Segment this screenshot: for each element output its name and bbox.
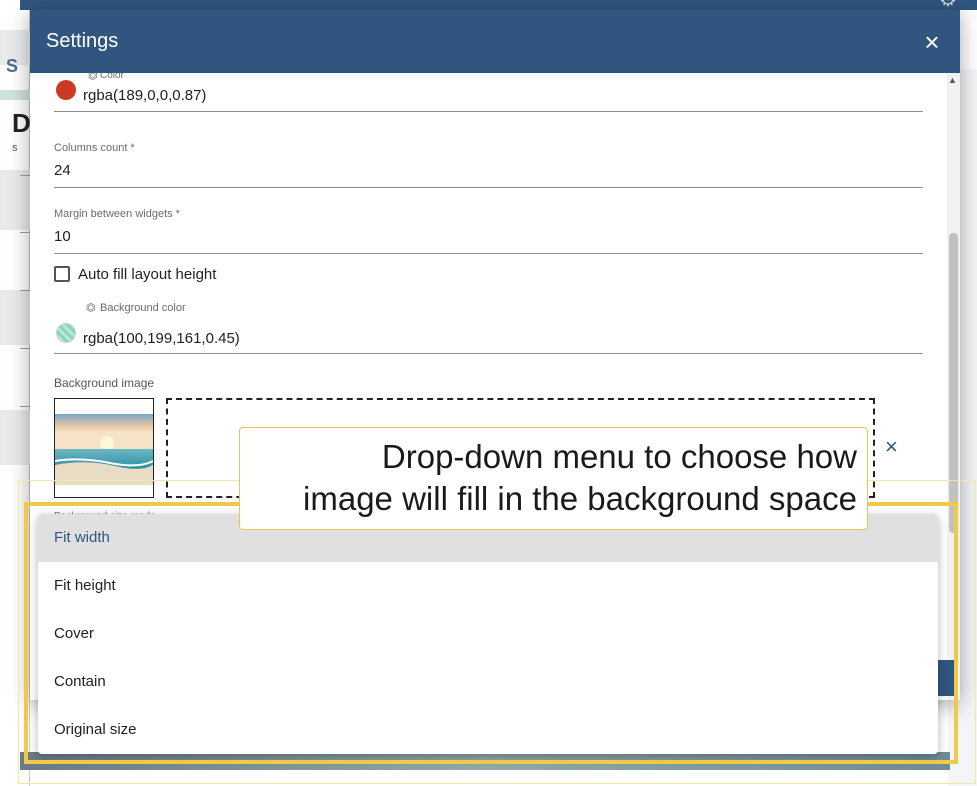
background-app-bottom-strip xyxy=(20,752,950,770)
background-divider xyxy=(20,290,30,291)
color-label: Color xyxy=(100,73,124,81)
annotation-line-1: Drop-down menu to choose how xyxy=(381,438,857,475)
background-divider xyxy=(20,232,30,233)
background-letter-small-s: s xyxy=(12,142,18,154)
dialog-title: Settings xyxy=(46,30,119,52)
field-underline xyxy=(54,111,923,112)
annotation-callout: Drop-down menu to choose how image will … xyxy=(239,427,868,530)
margin-field[interactable]: Margin between widgets * 10 xyxy=(54,205,923,254)
scrollbar-thumb[interactable] xyxy=(949,233,958,533)
background-image-thumbnail xyxy=(54,398,154,498)
background-divider xyxy=(20,348,30,349)
option-fit-height[interactable]: Fit height xyxy=(38,562,938,610)
background-color-value: rgba(100,199,161,0.45) xyxy=(83,330,240,347)
field-underline xyxy=(54,253,923,254)
background-letter-s: S xyxy=(6,56,19,76)
close-button[interactable]: × xyxy=(922,29,942,55)
dialog-action-button[interactable] xyxy=(935,660,955,696)
background-color-swatch[interactable] xyxy=(56,323,76,343)
background-divider xyxy=(20,406,30,407)
paint-bucket-icon: ⏣ xyxy=(88,73,98,82)
background-color-field[interactable]: ⏣ Background color rgba(100,199,161,0.45… xyxy=(54,299,923,354)
auto-fill-label: Auto fill layout height xyxy=(78,266,217,283)
background-divider xyxy=(20,175,30,176)
background-letter-d: D xyxy=(12,108,31,138)
color-field[interactable]: ⏣ Color rgba(189,0,0,0.87) xyxy=(54,73,923,112)
margin-value: 10 xyxy=(54,228,71,245)
scroll-up-arrow-icon[interactable]: ▲ xyxy=(948,75,957,85)
columns-count-label: Columns count * xyxy=(54,142,135,154)
annotation-line-2: image will fill in the background space xyxy=(303,480,857,517)
option-cover[interactable]: Cover xyxy=(38,610,938,658)
clear-image-button[interactable]: × xyxy=(885,436,898,458)
field-underline xyxy=(54,353,923,354)
background-color-label: Background color xyxy=(100,302,186,314)
columns-count-field[interactable]: Columns count * 24 xyxy=(54,139,923,188)
app-topbar xyxy=(20,0,977,10)
columns-count-value: 24 xyxy=(54,162,71,179)
option-original-size[interactable]: Original size xyxy=(38,706,938,754)
dialog-header: Settings × xyxy=(30,10,960,73)
page: ⚙ S D s Settings × ⏣ Color rgba(189,0,0,… xyxy=(0,0,977,786)
auto-fill-checkbox[interactable] xyxy=(54,266,70,282)
background-size-mode-dropdown[interactable]: Fit width Fit height Cover Contain Origi… xyxy=(38,514,938,754)
field-underline xyxy=(54,187,923,188)
color-value: rgba(189,0,0,0.87) xyxy=(83,87,207,104)
option-contain[interactable]: Contain xyxy=(38,658,938,706)
color-swatch[interactable] xyxy=(56,80,76,100)
paint-bucket-icon: ⏣ xyxy=(86,302,96,314)
gear-icon[interactable]: ⚙ xyxy=(938,0,958,10)
margin-label: Margin between widgets * xyxy=(54,208,180,220)
background-image-label: Background image xyxy=(54,376,155,390)
